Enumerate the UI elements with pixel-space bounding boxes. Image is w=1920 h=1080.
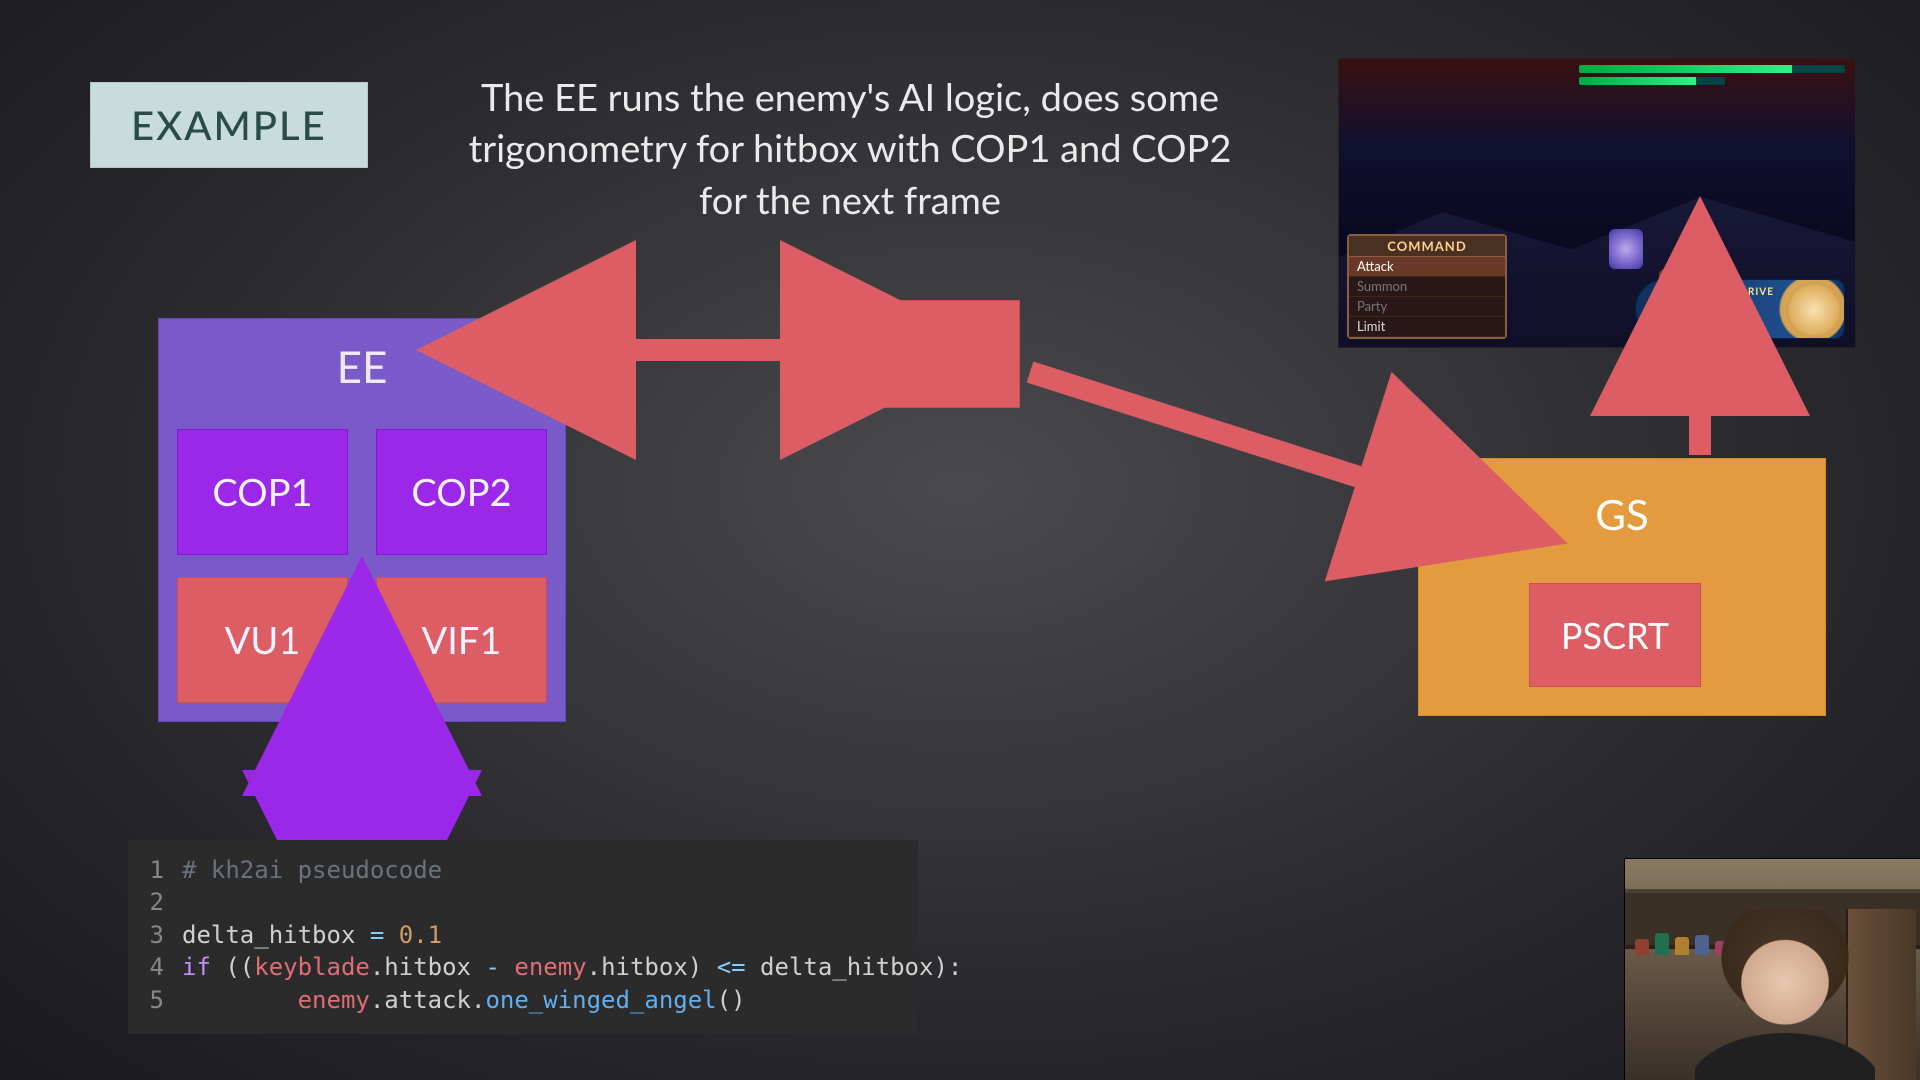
code-comment: # kh2ai pseudocode <box>182 854 442 886</box>
line-number: 4 <box>146 951 164 983</box>
presenter-silhouette <box>1695 910 1875 1080</box>
code-line: 1 # kh2ai pseudocode <box>146 854 900 886</box>
code-line: 2 <box>146 886 900 918</box>
code-line: 4 if ((keyblade.hitbox - enemy.hitbox) <… <box>146 951 900 983</box>
code-line: 3 delta_hitbox = 0.1 <box>146 919 900 951</box>
presenter-webcam <box>1624 858 1920 1080</box>
arrow-gif-gs <box>1030 372 1400 490</box>
code-line: 5 enemy.attack.one_winged_angel() <box>146 984 900 1016</box>
slide: EXAMPLE The EE runs the enemy's AI logic… <box>0 0 1920 1080</box>
line-number: 3 <box>146 919 164 951</box>
pseudocode-block: 1 # kh2ai pseudocode 2 3 delta_hitbox = … <box>128 840 918 1034</box>
line-number: 5 <box>146 984 164 1016</box>
line-number: 1 <box>146 854 164 886</box>
line-number: 2 <box>146 886 164 918</box>
